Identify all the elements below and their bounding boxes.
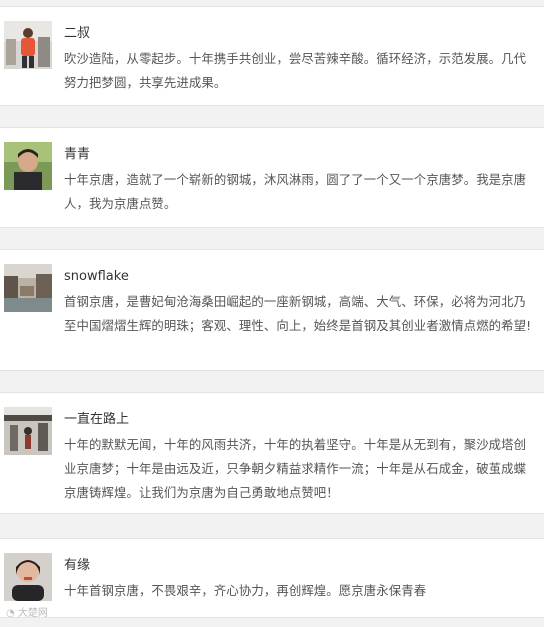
comment-card: 二叔 吹沙造陆，从零起步。十年携手共创业，尝尽苦辣辛酸。循环经济，示范发展。几代…: [0, 6, 544, 106]
comment-text: 吹沙造陆，从零起步。十年携手共创业，尝尽苦辣辛酸。循环经济，示范发展。几代努力把…: [64, 51, 527, 90]
comment-text: 首钢京唐，是曹妃甸沧海桑田崛起的一座新钢城，高端、大气、环保，必将为河北乃至中国…: [64, 294, 532, 333]
avatar[interactable]: [4, 407, 52, 455]
avatar[interactable]: [4, 553, 52, 601]
comment-author: 青青: [64, 147, 91, 162]
comment-card: 有缘 十年首钢京唐，不畏艰辛，齐心协力，再创辉煌。愿京唐永保青春: [0, 538, 544, 618]
comment-text: 十年首钢京唐，不畏艰辛，齐心协力，再创辉煌。愿京唐永保青春: [64, 583, 427, 598]
watermark: ◔ 大楚网: [6, 607, 48, 621]
comment-text: 十年京唐，造就了一个崭新的钢城，沐风淋雨，圆了了一个又一个京唐梦。我是京唐人，我…: [64, 172, 527, 211]
avatar[interactable]: [4, 21, 52, 69]
comment-card: 青青 十年京唐，造就了一个崭新的钢城，沐风淋雨，圆了了一个又一个京唐梦。我是京唐…: [0, 127, 544, 228]
comment-author: 有缘: [64, 558, 91, 573]
comment-author: snowflake: [64, 269, 129, 284]
watermark-icon: ◔: [6, 608, 15, 619]
comment-author: 一直在路上: [64, 412, 130, 427]
comment-author: 二叔: [64, 26, 91, 41]
comment-card: 一直在路上 十年的默默无闻，十年的风雨共济，十年的执着坚守。十年是从无到有，聚沙…: [0, 392, 544, 514]
avatar[interactable]: [4, 264, 52, 312]
comment-text: 十年的默默无闻，十年的风雨共济，十年的执着坚守。十年是从无到有，聚沙成塔创业京唐…: [64, 437, 527, 500]
avatar[interactable]: [4, 142, 52, 190]
watermark-text: 大楚网: [17, 608, 48, 619]
comment-card: snowflake 首钢京唐，是曹妃甸沧海桑田崛起的一座新钢城，高端、大气、环保…: [0, 249, 544, 371]
